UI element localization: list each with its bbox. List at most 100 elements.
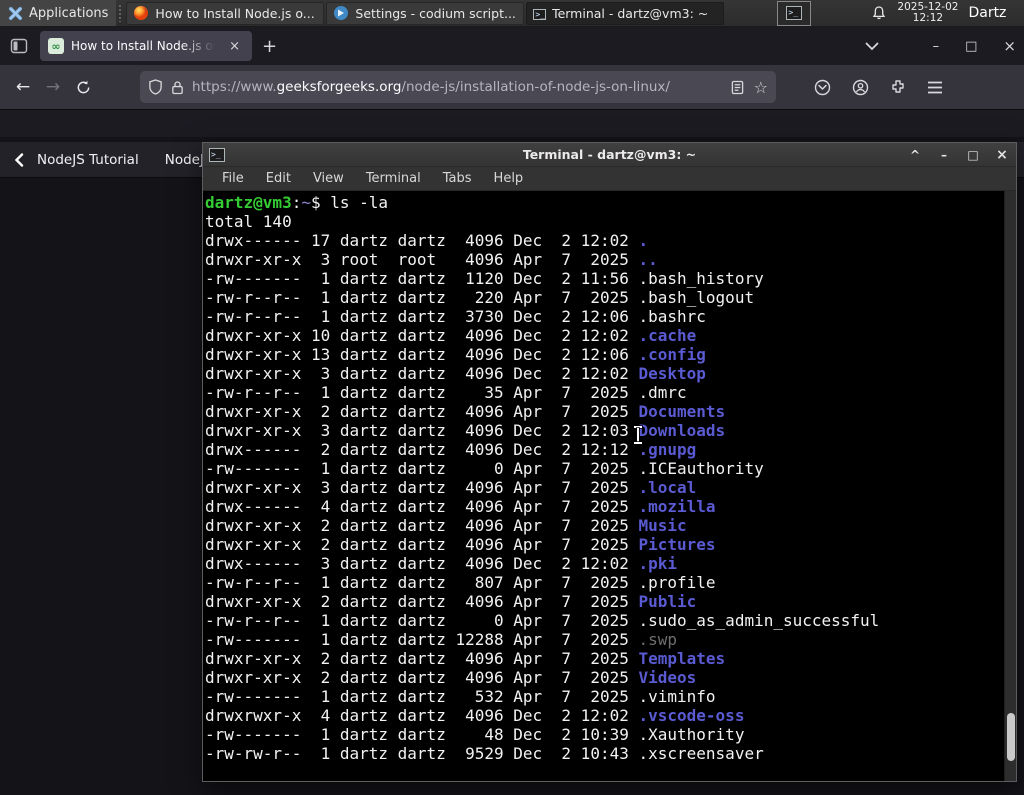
file-name: .. <box>638 250 658 269</box>
file-name: .dmrc <box>638 383 687 402</box>
taskbar-window-button-vscodium[interactable]: Settings - codium script... <box>326 1 525 25</box>
terminal-line: -rw------- 1 dartz dartz 48 Dec 2 10:39 … <box>205 725 745 744</box>
terminal-line: total 140 <box>205 212 292 231</box>
terminal-tray-icon[interactable]: >_ <box>777 0 812 26</box>
list-all-tabs-icon[interactable] <box>865 42 879 51</box>
terminal-output: dartz@vm3:~$ ls -la total 140 drwx------ 1… <box>203 191 1016 763</box>
url-text: https://www.geeksforgeeks.org/node-js/in… <box>192 79 723 95</box>
terminal-line: drwx------ 3 dartz dartz 4096 Dec 2 12:0… <box>205 554 678 573</box>
new-tab-button[interactable]: + <box>252 34 287 59</box>
account-icon[interactable] <box>852 79 869 96</box>
terminal-line: drwxr-xr-x 2 dartz dartz 4096 Apr 7 2025… <box>205 592 697 611</box>
terminal-line: -rw-r--r-- 1 dartz dartz 807 Apr 7 2025 … <box>205 573 716 592</box>
nav-item-nodejs-tutorial[interactable]: NodeJS Tutorial <box>37 152 139 168</box>
terminal-line: -rw------- 1 dartz dartz 12288 Apr 7 202… <box>205 630 678 649</box>
window-minimize-button[interactable]: – <box>933 39 940 54</box>
terminal-menu-terminal[interactable]: Terminal <box>357 169 430 188</box>
url-path: /node-js/installation-of-node-js-on-linu… <box>401 79 670 95</box>
file-name: Desktop <box>638 364 706 383</box>
vscodium-icon <box>333 5 349 21</box>
window-close-button[interactable]: × <box>1003 37 1016 55</box>
taskbar-window-button-terminal[interactable]: >_ Terminal - dartz@vm3: ~ <box>526 1 725 25</box>
browser-tab-active[interactable]: ∞ How to Install Node.js on × <box>40 31 252 61</box>
window-maximize-button[interactable]: □ <box>965 39 977 54</box>
terminal-line: drwxr-xr-x 3 dartz dartz 4096 Dec 2 12:0… <box>205 421 726 440</box>
terminal-line: dartz@vm3:~$ ls -la <box>205 193 389 212</box>
file-name: .pki <box>638 554 678 573</box>
file-name: .cache <box>638 326 697 345</box>
terminal-icon: >_ <box>533 9 547 20</box>
nav-scroll-left-icon[interactable] <box>14 152 24 167</box>
reload-button[interactable] <box>68 72 98 102</box>
tab-close-icon[interactable]: × <box>225 38 244 55</box>
terminal-line: -rw------- 1 dartz dartz 0 Apr 7 2025 .I… <box>205 459 764 478</box>
terminal-line: drwxr-xr-x 10 dartz dartz 4096 Dec 2 12:… <box>205 326 697 345</box>
terminal-close-button[interactable]: × <box>994 147 1010 163</box>
taskbar-window-title: How to Install Node.js o... <box>155 5 315 21</box>
url-domain: geeksforgeeks.org <box>276 79 402 95</box>
file-name: .swp <box>638 630 678 649</box>
terminal-line: drwxr-xr-x 2 dartz dartz 4096 Apr 7 2025… <box>205 516 687 535</box>
terminal-line: drwxr-xr-x 3 dartz dartz 4096 Dec 2 12:0… <box>205 364 706 383</box>
notification-bell-icon[interactable] <box>871 5 887 21</box>
extensions-icon[interactable] <box>890 79 906 95</box>
terminal-line: -rw-r--r-- 1 dartz dartz 220 Apr 7 2025 … <box>205 288 755 307</box>
terminal-line: -rw-r--r-- 1 dartz dartz 35 Apr 7 2025 .… <box>205 383 687 402</box>
terminal-minimize-button[interactable]: – <box>936 148 952 162</box>
terminal-icon: >_ <box>209 147 225 162</box>
firefox-view-icon[interactable] <box>10 38 28 54</box>
xfce-logo-icon <box>8 6 23 21</box>
terminal-titlebar[interactable]: >_ Terminal - dartz@vm3: ~ ^ – □ × <box>203 143 1016 167</box>
terminal-menu-help[interactable]: Help <box>485 169 533 188</box>
terminal-menu-view[interactable]: View <box>304 169 353 188</box>
applications-menu[interactable]: Applications <box>0 0 117 26</box>
taskbar-window-title: Settings - codium script... <box>355 5 516 21</box>
terminal-line: drwxr-xr-x 3 dartz dartz 4096 Apr 7 2025… <box>205 478 697 497</box>
taskbar-window-title: Terminal - dartz@vm3: ~ <box>552 5 709 21</box>
terminal-shade-button[interactable]: ^ <box>907 148 923 162</box>
lock-icon[interactable] <box>171 80 184 95</box>
terminal-icon: >_ <box>786 6 803 20</box>
bookmark-star-icon[interactable]: ☆ <box>754 78 768 97</box>
panel-username[interactable]: Dartz <box>968 5 1006 21</box>
terminal-menubar: File Edit View Terminal Tabs Help <box>203 167 1016 191</box>
terminal-menu-file[interactable]: File <box>213 169 253 188</box>
terminal-title: Terminal - dartz@vm3: ~ <box>522 147 697 162</box>
taskbar-window-button-firefox[interactable]: How to Install Node.js o... <box>126 1 325 25</box>
reader-mode-icon[interactable] <box>731 80 744 95</box>
terminal-line: drwxrwxr-x 4 dartz dartz 4096 Dec 2 12:0… <box>205 706 745 725</box>
file-name: .mozilla <box>638 497 716 516</box>
back-button[interactable]: ← <box>8 72 38 102</box>
terminal-line: drwxr-xr-x 13 dartz dartz 4096 Dec 2 12:… <box>205 345 706 364</box>
terminal-screen[interactable]: dartz@vm3:~$ ls -la total 140 drwx------ 1… <box>203 191 1016 781</box>
pocket-icon[interactable] <box>814 79 831 96</box>
firefox-icon <box>133 5 149 21</box>
tab-title: How to Install Node.js on <box>71 39 219 53</box>
file-name: .bashrc <box>638 307 706 326</box>
scrollbar-thumb[interactable] <box>1007 713 1015 761</box>
terminal-line: drwx------ 17 dartz dartz 4096 Dec 2 12:… <box>205 231 649 250</box>
tracking-shield-icon[interactable] <box>148 79 163 95</box>
file-name: Videos <box>638 668 697 687</box>
terminal-line: drwxr-xr-x 3 root root 4096 Apr 7 2025 .… <box>205 250 658 269</box>
file-name: Templates <box>638 649 726 668</box>
url-bar[interactable]: https://www.geeksforgeeks.org/node-js/in… <box>140 71 776 103</box>
file-name: .ICEauthority <box>638 459 764 478</box>
file-name: .local <box>638 478 697 497</box>
menu-hamburger-icon[interactable] <box>927 81 943 94</box>
file-name: .config <box>638 345 706 364</box>
file-name: Downloads <box>638 421 726 440</box>
terminal-maximize-button[interactable]: □ <box>965 148 981 162</box>
file-name: .bash_logout <box>638 288 755 307</box>
terminal-line: drwx------ 2 dartz dartz 4096 Dec 2 12:1… <box>205 440 697 459</box>
file-name: Public <box>638 592 697 611</box>
terminal-line: -rw-r--r-- 1 dartz dartz 3730 Dec 2 12:0… <box>205 307 706 326</box>
terminal-scrollbar[interactable] <box>1004 191 1016 781</box>
tab-bar: ∞ How to Install Node.js on × + – □ × <box>0 27 1024 65</box>
panel-clock[interactable]: 2025-12-02 12:12 <box>897 2 958 24</box>
file-name: Pictures <box>638 535 716 554</box>
terminal-menu-edit[interactable]: Edit <box>257 169 300 188</box>
file-name: .vscode-oss <box>638 706 745 725</box>
terminal-menu-tabs[interactable]: Tabs <box>434 169 481 188</box>
forward-button[interactable]: → <box>38 72 68 102</box>
